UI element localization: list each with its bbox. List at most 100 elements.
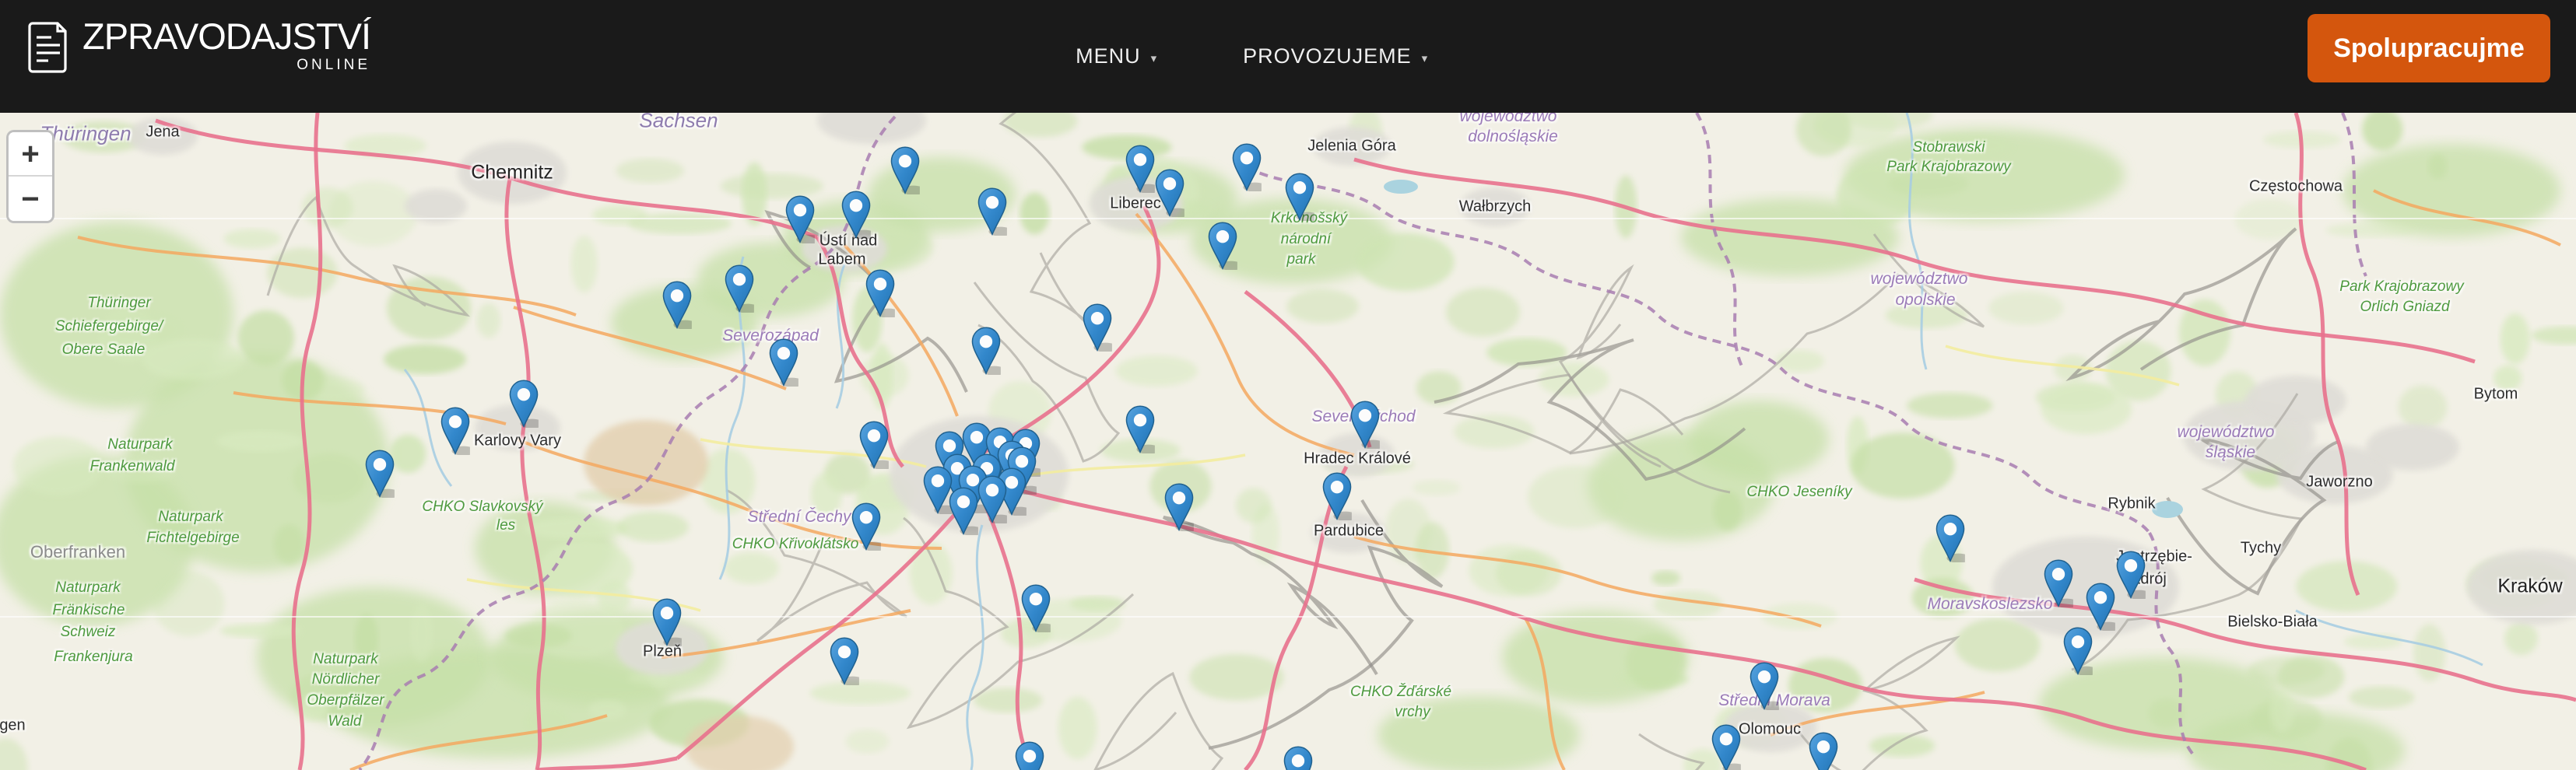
map-marker-icon[interactable] [1125,405,1155,453]
map-label: Thüringer [87,295,150,312]
map-marker-icon[interactable] [365,450,395,498]
map-label: Oberpfälzer [307,692,384,709]
top-navigation-bar: ZPRAVODAJSTVÍ ONLINE MENU ▾ PROVOZUJEME … [0,0,2576,113]
map-label: Střední Čechy [747,508,851,527]
map-label: opolskie [1895,291,1955,310]
map-marker-icon[interactable] [2086,583,2115,631]
map-marker-icon[interactable] [977,475,1007,523]
map-label: národní [1281,231,1331,248]
map-label: Oberfranken [30,542,125,562]
map-marker-icon[interactable] [1711,724,1741,770]
map-marker-icon[interactable] [851,502,881,551]
map-label: Pardubice [1314,523,1384,541]
page: ZPRAVODAJSTVÍ ONLINE MENU ▾ PROVOZUJEME … [0,0,2576,770]
map-label: województwo [1460,113,1557,126]
map-marker-icon[interactable] [2044,559,2073,607]
site-title: ZPRAVODAJSTVÍ [82,17,370,55]
map-marker-icon[interactable] [841,191,871,239]
map-marker-icon[interactable] [1208,222,1237,270]
map-marker-icon[interactable] [1021,584,1051,632]
map-label: Labem [818,251,865,269]
map-label: Frankenjura [54,649,132,666]
map-marker-icon[interactable] [1083,303,1112,352]
map-marker-icon[interactable] [949,487,978,535]
map-label: Olomouc [1739,721,1801,739]
map-marker-icon[interactable] [769,338,798,387]
map-label: CHKO Žďárské [1350,684,1451,701]
map-marker-icon[interactable] [2063,627,2093,675]
map-marker-icon[interactable] [1285,173,1314,221]
map-label: Schiefergebirge/ [55,318,163,335]
map-label: vrchy [1395,704,1430,721]
map-marker-icon[interactable] [830,637,859,685]
map-label: Tychy [2241,540,2281,558]
map-marker-icon[interactable] [1164,483,1194,531]
map-label: Frankenwald [90,458,175,475]
nav-menu-label: MENU [1076,44,1141,68]
map-marker-icon[interactable] [785,195,815,243]
map-label: Schweiz [61,624,116,641]
map-zoom-control: + − [6,130,54,223]
map-label: Wałbrzych [1459,198,1532,216]
map-label: Park Krajobrazowy [1886,159,2010,176]
map-label: Bytom [2474,386,2518,404]
map-label: Bielsko-Biała [2227,614,2318,632]
map-label: Jaworzno [2306,474,2373,492]
map-label: Nördlicher [312,671,380,688]
map-marker-icon[interactable] [1322,472,1352,520]
map-label: Stobrawski [1913,139,1985,156]
map-label: CHKO Jeseníky [1746,484,1851,501]
map-marker-icon[interactable] [1232,143,1262,191]
collaborate-button[interactable]: Spolupracujme [2308,14,2550,82]
map-label: Naturpark [313,651,377,668]
map-marker-icon[interactable] [1283,746,1313,770]
map-marker-icon[interactable] [1015,741,1044,770]
map-label: CHKO Křivoklátsko [732,536,859,553]
map-label: Naturpark [55,579,120,597]
nav-menu[interactable]: MENU ▾ [1076,44,1157,68]
site-logo[interactable]: ZPRAVODAJSTVÍ ONLINE [28,17,370,74]
map-label: les [497,517,515,534]
map-label: Jena [146,124,179,142]
newspaper-icon [28,22,68,73]
map-label: Chemnitz [471,162,553,184]
map-marker-icon[interactable] [662,281,692,329]
map-label: Karlovy Vary [474,432,561,450]
chevron-down-icon: ▾ [1422,51,1429,65]
map-marker-icon[interactable] [1125,145,1155,193]
map-marker-icon[interactable] [1936,514,1965,562]
main-nav: MENU ▾ PROVOZUJEME ▾ [1076,0,1428,113]
map-marker-icon[interactable] [1809,732,1838,770]
map-label: Hradec Králové [1304,450,1411,468]
map-marker-icon[interactable] [440,407,470,455]
map-marker-icon[interactable] [2116,551,2146,599]
map-label: dolnośląskie [1468,128,1558,146]
map-label: park [1287,251,1316,268]
map-label: województwo [2178,423,2275,442]
map-canvas[interactable]: ThüringenSachsenJenaChemnitzÚstí nadLabe… [0,113,2576,770]
map-marker-icon[interactable] [725,264,754,313]
zoom-out-button[interactable]: − [9,177,52,221]
map-marker-icon[interactable] [1155,169,1184,217]
map-marker-icon[interactable] [859,421,889,469]
map-marker-icon[interactable] [977,187,1007,236]
site-subtitle: ONLINE [297,57,370,74]
map-label: Moravskoslezsko [1927,595,2052,614]
map-label: Obere Saale [62,341,146,359]
map-label: Fränkische [53,602,125,619]
map-label: śląskie [2206,443,2255,462]
zoom-in-button[interactable]: + [9,132,52,177]
map-marker-icon[interactable] [1350,401,1380,449]
map-label: Kraków [2497,576,2562,598]
map-label: Fichtelgebirge [146,530,239,547]
map-label: Naturpark [158,509,223,526]
map-label: Rybnik [2107,495,2155,513]
map-marker-icon[interactable] [1750,662,1779,710]
map-marker-icon[interactable] [652,598,682,646]
map-label: Liberec [1110,195,1161,213]
map-marker-icon[interactable] [971,327,1001,375]
map-marker-icon[interactable] [890,146,920,194]
map-marker-icon[interactable] [509,380,539,428]
map-marker-icon[interactable] [865,269,895,317]
nav-provozujeme[interactable]: PROVOZUJEME ▾ [1243,44,1428,68]
